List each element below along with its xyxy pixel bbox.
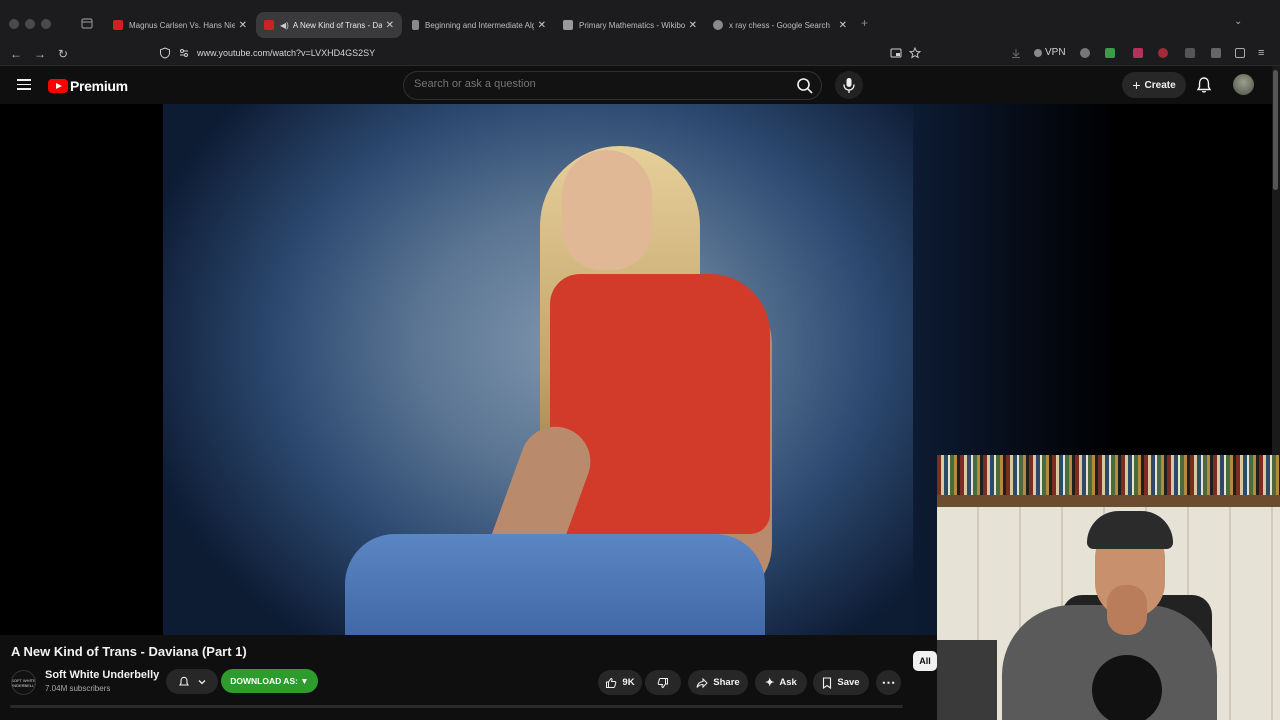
extension-icon[interactable] — [1105, 48, 1115, 58]
vpn-button[interactable]: VPN — [1034, 47, 1066, 58]
audio-playing-icon[interactable]: ◀) — [280, 21, 289, 30]
share-button[interactable]: Share — [688, 670, 748, 695]
tab-beginning-algebra[interactable]: Beginning and Intermediate Alg ✕ — [404, 12, 554, 38]
chip-all[interactable]: All — [913, 651, 937, 671]
shield-icon[interactable] — [159, 47, 171, 59]
extension-icon[interactable] — [1080, 48, 1090, 58]
subscriber-count: 7.04M subscribers — [45, 684, 111, 693]
tab-close-icon[interactable]: ✕ — [239, 20, 247, 31]
forward-icon[interactable]: → — [34, 46, 46, 62]
tab-x-ray-chess[interactable]: x ray chess - Google Search ✕ — [705, 12, 855, 38]
hamburger-menu-icon[interactable] — [17, 79, 31, 90]
extension-icon[interactable] — [1185, 48, 1195, 58]
navigation-bar: ← → ↻ www.youtube.com/watch?v=LVXHD4GS2S… — [0, 42, 1280, 66]
content-divider — [10, 705, 903, 708]
thumbs-down-icon — [657, 677, 668, 688]
share-icon — [696, 677, 709, 688]
dislike-button[interactable] — [645, 670, 681, 695]
subscription-notifications-button[interactable] — [166, 669, 218, 694]
tab-a-new-kind-of-trans[interactable]: ◀) A New Kind of Trans - Davia ✕ — [256, 12, 402, 38]
tab-magnus-carlsen[interactable]: Magnus Carlsen Vs. Hans Niem ✕ — [105, 12, 255, 38]
chevron-down-icon — [198, 679, 205, 684]
tab-primary-mathematics[interactable]: Primary Mathematics - Wikiboo ✕ — [555, 12, 705, 38]
vpn-icon — [1034, 48, 1042, 57]
site-settings-icon[interactable] — [178, 47, 190, 59]
new-tab-icon[interactable]: + — [861, 16, 868, 30]
tab-strip: Magnus Carlsen Vs. Hans Niem ✕ ◀) A New … — [0, 0, 1280, 42]
sparkle-icon: ✦ — [765, 677, 775, 689]
bookmark-icon — [823, 676, 832, 689]
thumbs-up-icon — [606, 677, 617, 688]
tab-close-icon[interactable]: ✕ — [689, 20, 697, 31]
youtube-icon — [264, 20, 274, 30]
save-button[interactable]: Save — [813, 670, 869, 695]
voice-search-button[interactable] — [835, 71, 863, 99]
tab-close-icon[interactable]: ✕ — [538, 20, 546, 31]
webcam-overlay — [937, 455, 1280, 720]
extensions-puzzle-icon[interactable] — [1211, 48, 1221, 58]
notifications-bell-icon[interactable] — [1196, 76, 1212, 94]
close-window-button[interactable] — [9, 19, 19, 29]
like-button[interactable]: 9K — [598, 670, 642, 695]
tab-close-icon[interactable]: ✕ — [386, 20, 394, 31]
sidebar-toggle-icon[interactable] — [1235, 48, 1245, 58]
url-field[interactable]: www.youtube.com/watch?v=LVXHD4GS2SY — [197, 48, 375, 58]
download-icon[interactable] — [1010, 47, 1022, 59]
microphone-icon — [843, 78, 855, 93]
ask-button[interactable]: ✦ Ask — [755, 670, 807, 695]
microphone — [1092, 655, 1162, 720]
scrollbar-thumb[interactable] — [1273, 70, 1278, 190]
adblock-icon[interactable] — [1158, 48, 1168, 58]
download-as-button[interactable]: DOWNLOAD AS: ▼ — [221, 669, 318, 693]
search-icon[interactable] — [795, 76, 815, 96]
channel-name[interactable]: Soft White Underbelly — [45, 669, 159, 681]
google-icon — [713, 20, 723, 30]
more-actions-button[interactable]: ⋯ — [876, 670, 901, 695]
wikibooks-icon — [563, 20, 573, 30]
search-box — [403, 71, 822, 100]
minimize-window-button[interactable] — [25, 19, 35, 29]
plus-icon: + — [1132, 77, 1141, 93]
account-avatar[interactable] — [1233, 74, 1254, 95]
extension-icon[interactable] — [1133, 48, 1143, 58]
book-icon — [412, 20, 419, 30]
youtube-logo-icon — [48, 79, 68, 93]
browser-window: Magnus Carlsen Vs. Hans Niem ✕ ◀) A New … — [0, 0, 1280, 720]
tab-close-icon[interactable]: ✕ — [839, 20, 847, 31]
menu-icon[interactable]: ≡ — [1258, 45, 1264, 61]
tab-overview-icon[interactable] — [80, 16, 94, 30]
channel-avatar[interactable]: SOFT WHITE UNDERBELLY — [11, 670, 36, 695]
bookmark-star-icon[interactable] — [909, 47, 921, 59]
more-horizontal-icon: ⋯ — [881, 674, 896, 690]
create-button[interactable]: + Create — [1122, 72, 1186, 98]
back-icon[interactable]: ← — [10, 46, 22, 62]
bell-icon — [178, 676, 189, 686]
chevron-down-icon[interactable]: ⌄ — [1234, 16, 1242, 27]
bookshelf — [937, 455, 1280, 497]
search-input[interactable] — [414, 78, 774, 90]
youtube-header: Premium + Create — [0, 66, 1280, 104]
reload-icon[interactable]: ↻ — [58, 46, 68, 62]
picture-in-picture-icon[interactable] — [890, 47, 902, 59]
youtube-icon — [113, 20, 123, 30]
youtube-premium-logo[interactable]: Premium — [48, 78, 128, 94]
video-title: A New Kind of Trans - Daviana (Part 1) — [11, 644, 247, 659]
maximize-window-button[interactable] — [41, 19, 51, 29]
